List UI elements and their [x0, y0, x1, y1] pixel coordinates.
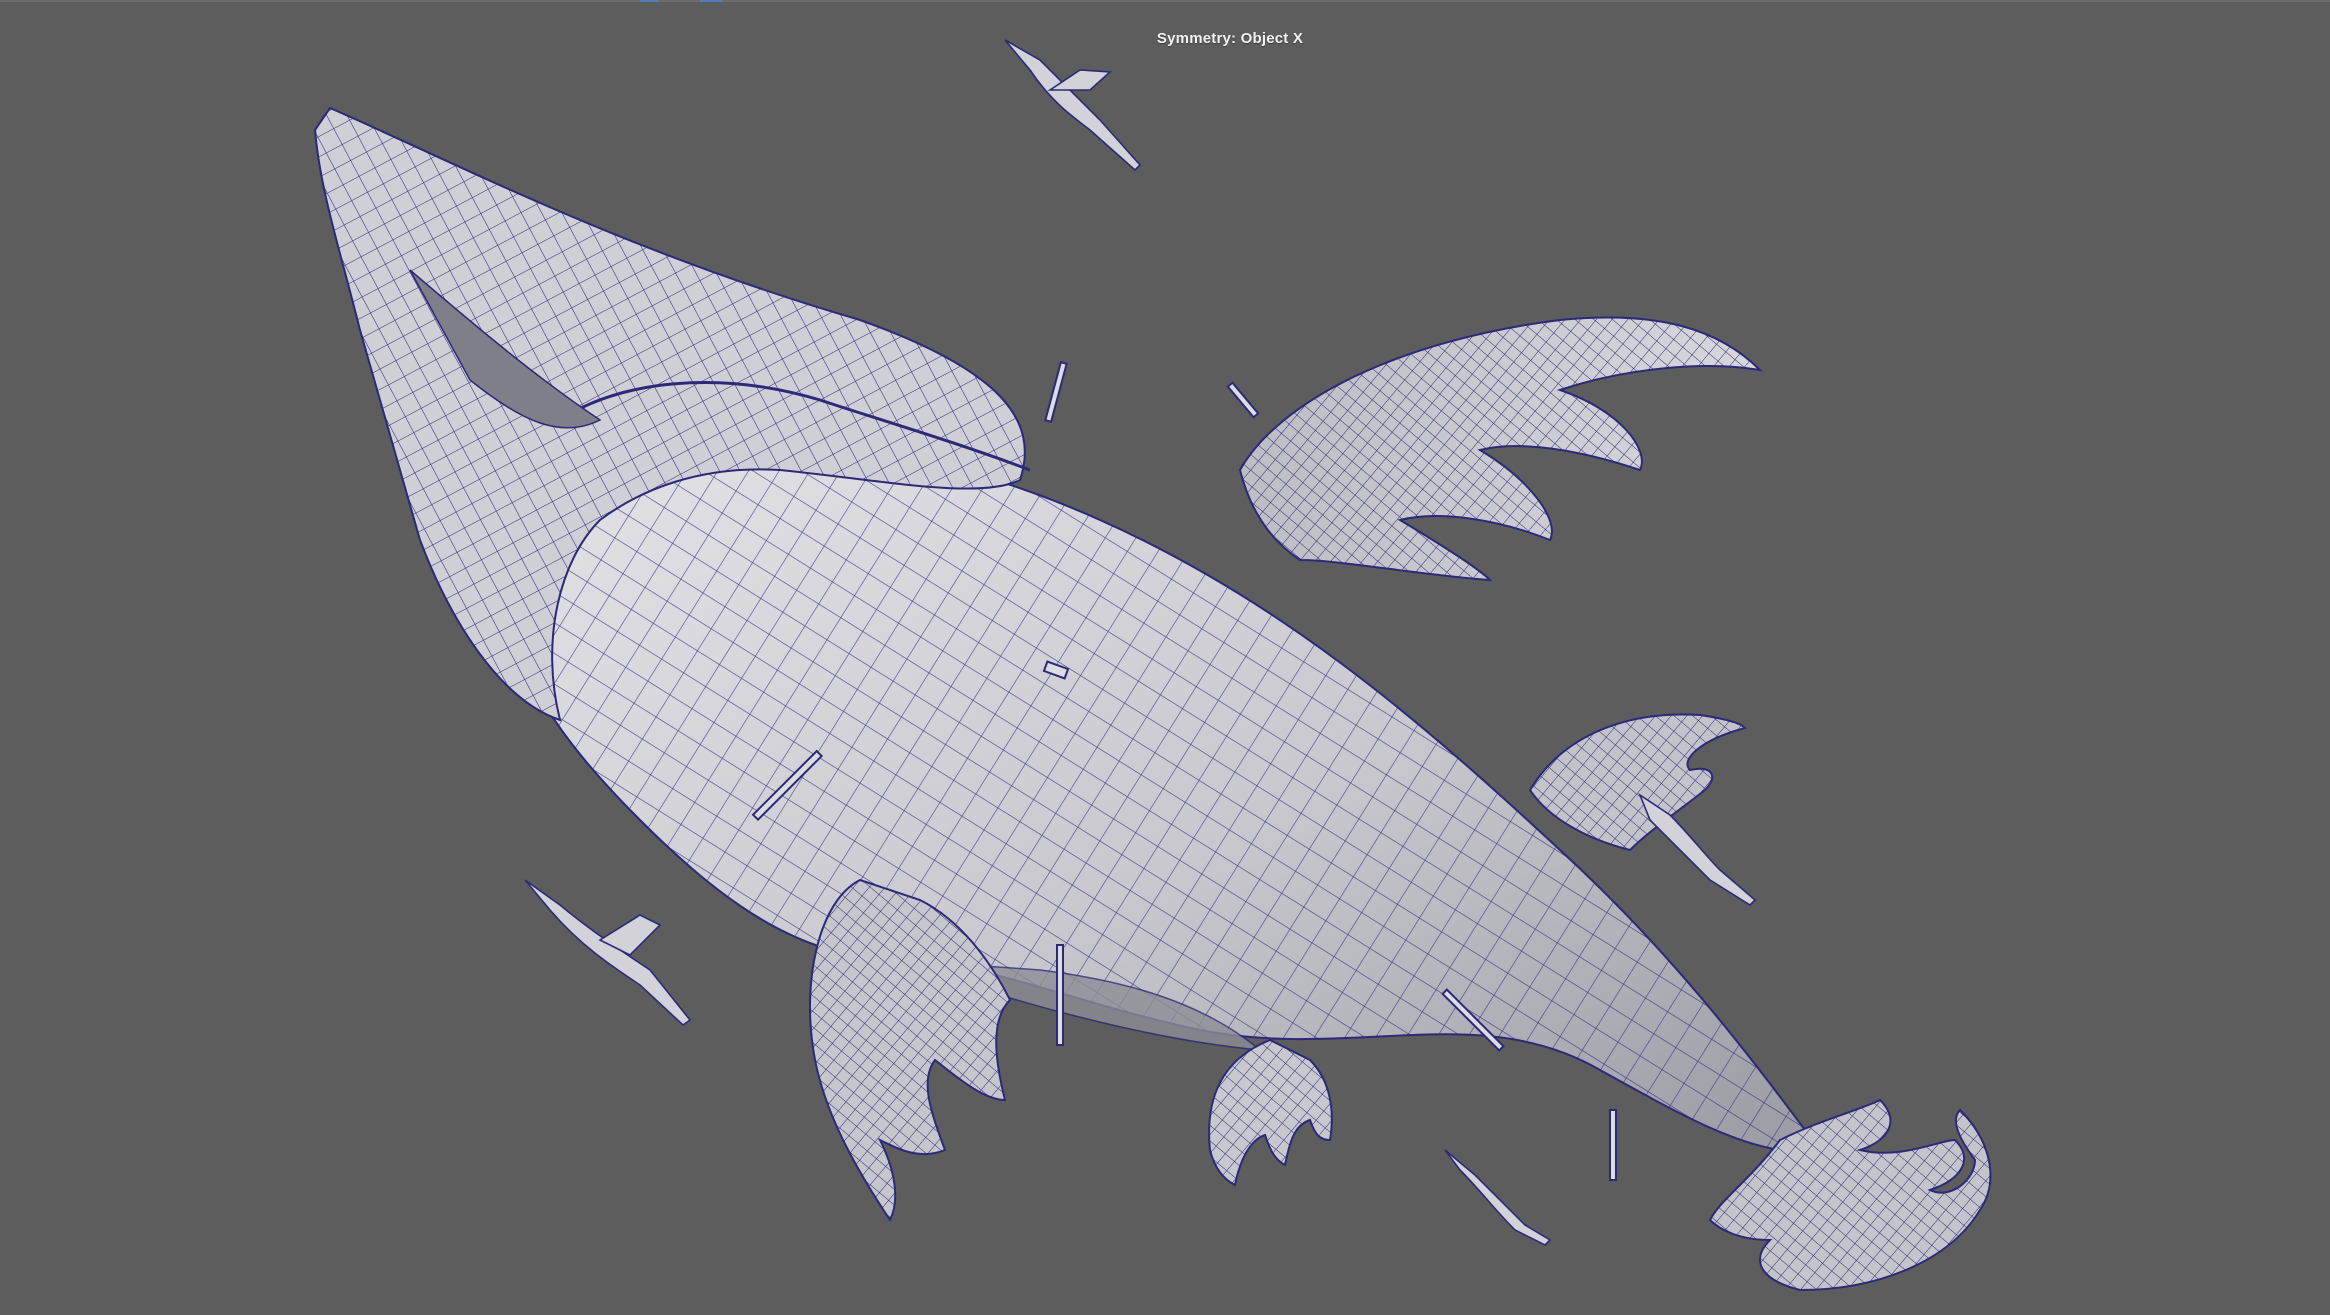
small-creature[interactable] [1638, 792, 1757, 907]
maya-3d-viewport[interactable]: Symmetry: Object X [0, 0, 2330, 1315]
small-creature[interactable] [524, 879, 692, 1027]
spine-marker [1609, 1109, 1617, 1181]
spine-marker [1056, 944, 1064, 1046]
dragon-left-wing[interactable] [1528, 713, 1747, 852]
spine-marker [1044, 361, 1068, 423]
dragon-wireframe-scene[interactable] [0, 0, 2330, 1315]
dragon-hind-leg[interactable] [1208, 1038, 1333, 1187]
spine-marker [1226, 381, 1260, 419]
small-creature[interactable] [1444, 1149, 1552, 1246]
dragon-right-wing[interactable] [1238, 316, 1763, 582]
small-creature[interactable] [1004, 39, 1142, 172]
